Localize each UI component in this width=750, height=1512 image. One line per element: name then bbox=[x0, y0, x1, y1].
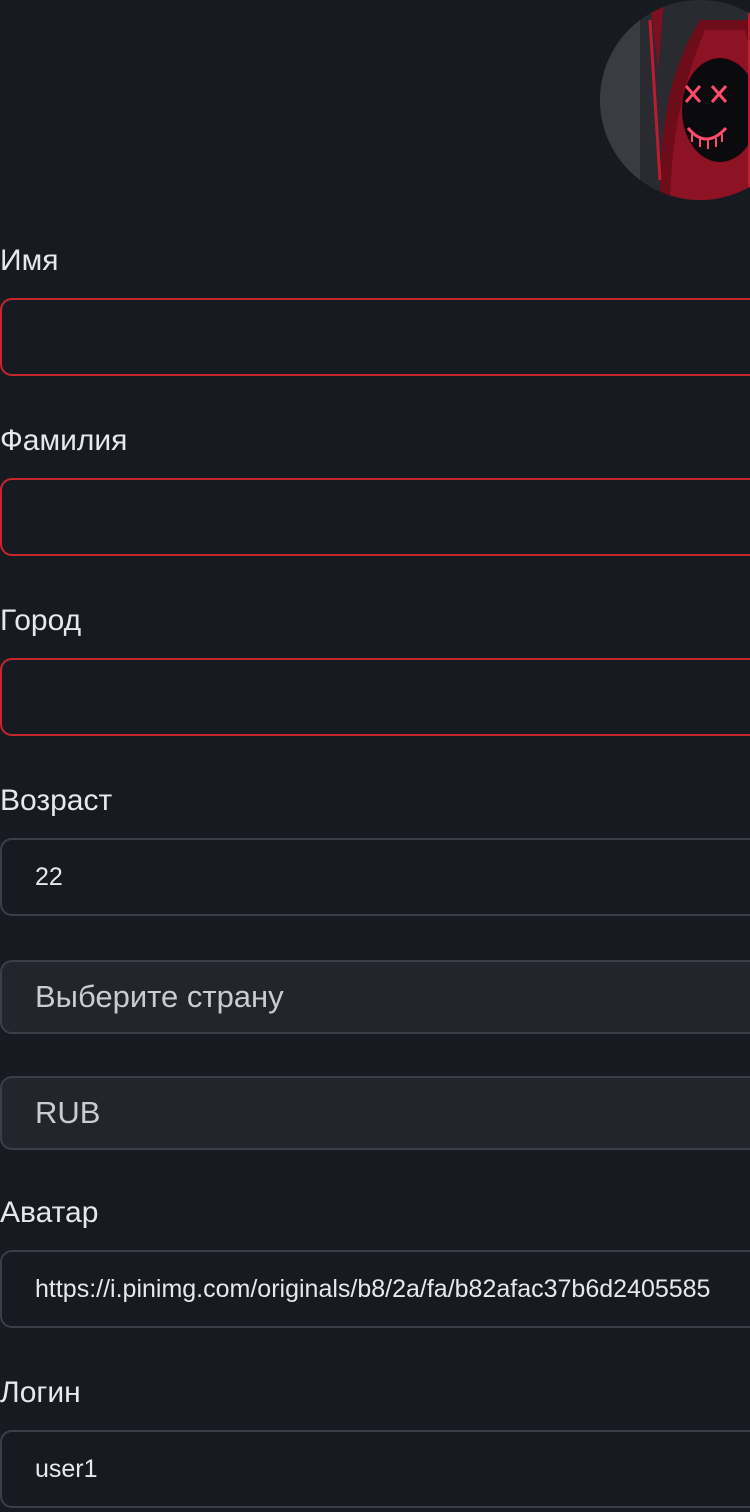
country-select[interactable]: Выберите страну bbox=[0, 960, 750, 1034]
last-name-input[interactable] bbox=[0, 478, 750, 556]
avatar-url-input[interactable] bbox=[0, 1250, 750, 1328]
avatar bbox=[600, 0, 750, 200]
age-label: Возраст bbox=[0, 784, 113, 817]
first-name-label: Имя bbox=[0, 244, 59, 277]
city-input[interactable] bbox=[0, 658, 750, 736]
city-label: Город bbox=[0, 604, 82, 637]
last-name-label: Фамилия bbox=[0, 424, 128, 457]
login-input[interactable] bbox=[0, 1430, 750, 1508]
avatar-image bbox=[600, 0, 750, 200]
login-label: Логин bbox=[0, 1376, 81, 1409]
country-select-value: Выберите страну bbox=[35, 979, 284, 1014]
age-input[interactable] bbox=[0, 838, 750, 916]
first-name-input[interactable] bbox=[0, 298, 750, 376]
avatar-url-label: Аватар bbox=[0, 1196, 99, 1229]
currency-select-value: RUB bbox=[35, 1095, 101, 1130]
profile-form-page: Имя Фамилия Город Возраст Выберите стран… bbox=[0, 0, 750, 1512]
currency-select[interactable]: RUB bbox=[0, 1076, 750, 1150]
